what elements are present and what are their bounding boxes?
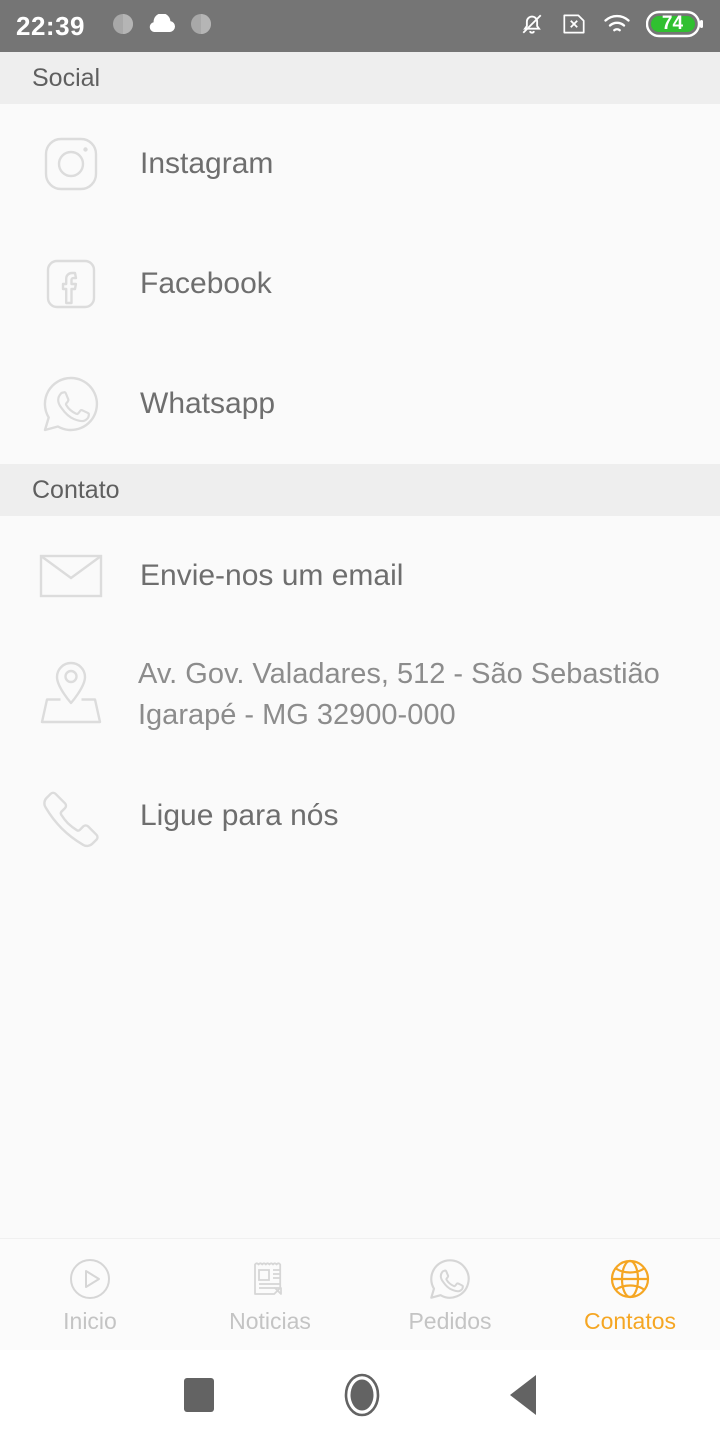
tab-label: Contatos	[583, 1308, 677, 1334]
list-item-email[interactable]: Envie-nos um email	[0, 516, 720, 636]
whatsapp-icon	[427, 1256, 473, 1302]
back-triangle-icon[interactable]	[510, 1375, 536, 1415]
list-item-label: Av. Gov. Valadares, 512 - São Sebastião …	[138, 658, 660, 732]
list-item-label: Facebook	[140, 267, 272, 300]
map-pin-icon	[34, 658, 108, 728]
whatsapp-icon	[34, 372, 108, 436]
cloud-icon	[147, 12, 177, 39]
recents-square-icon[interactable]	[184, 1378, 214, 1412]
list-item-whatsapp[interactable]: Whatsapp	[0, 344, 720, 464]
section-title: Contato	[32, 475, 120, 504]
battery-indicator: 74	[645, 9, 704, 44]
list-item-address[interactable]: Av. Gov. Valadares, 512 - São Sebastião …	[0, 636, 720, 756]
battery-percent-label: 74	[661, 12, 684, 34]
bottom-tab-bar: Inicio Noticias Pedidos Contatos	[0, 1238, 720, 1350]
status-bar-right: 74	[518, 9, 704, 44]
list-item-facebook[interactable]: Facebook	[0, 224, 720, 344]
tab-contatos[interactable]: Contatos	[540, 1256, 720, 1333]
list-item-label: Instagram	[140, 147, 274, 180]
tab-pedidos[interactable]: Pedidos	[360, 1256, 540, 1333]
contact-list: Social Instagram Facebook Whatsapp Conta…	[0, 52, 720, 1238]
status-bar: 22:39 74	[0, 0, 720, 52]
section-header-social: Social	[0, 52, 720, 104]
status-time: 22:39	[16, 10, 85, 41]
tab-label: Pedidos	[408, 1308, 492, 1334]
facebook-icon	[34, 253, 108, 315]
android-nav-bar	[0, 1350, 720, 1440]
section-title: Social	[32, 63, 101, 92]
list-item-phone[interactable]: Ligue para nós	[0, 756, 720, 876]
envelope-icon	[34, 551, 108, 601]
globe-icon	[606, 1256, 654, 1302]
notification-dot-icon	[111, 12, 135, 41]
play-circle-icon	[67, 1256, 113, 1302]
bell-muted-icon	[518, 10, 546, 43]
home-circle-icon[interactable]	[342, 1372, 382, 1418]
tab-inicio[interactable]: Inicio	[0, 1256, 180, 1333]
sim-card-x-icon	[560, 11, 588, 42]
status-bar-left: 22:39	[16, 11, 518, 42]
tab-label: Inicio	[63, 1308, 117, 1334]
list-item-instagram[interactable]: Instagram	[0, 104, 720, 224]
phone-icon	[34, 784, 108, 848]
tab-noticias[interactable]: Noticias	[180, 1256, 360, 1333]
list-item-label: Envie-nos um email	[140, 559, 404, 592]
instagram-icon	[34, 133, 108, 195]
list-item-label: Ligue para nós	[140, 799, 339, 832]
app-root: 22:39 74 Social Instagram Facebook Whats…	[0, 0, 720, 1440]
tab-label: Noticias	[229, 1308, 311, 1334]
section-header-contato: Contato	[0, 464, 720, 516]
notification-dot-icon	[189, 12, 213, 41]
wifi-icon	[602, 12, 632, 41]
list-item-label: Whatsapp	[140, 387, 276, 420]
newspaper-icon	[247, 1256, 293, 1302]
